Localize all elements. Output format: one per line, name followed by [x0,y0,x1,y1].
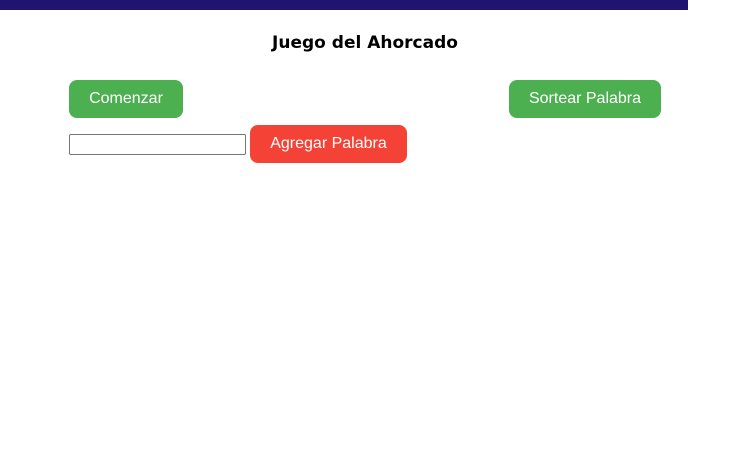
top-bar [0,0,688,10]
add-word-button[interactable]: Agregar Palabra [250,125,407,163]
page-title: Juego del Ahorcado [272,33,458,53]
start-button[interactable]: Comenzar [69,80,183,118]
draw-word-button[interactable]: Sortear Palabra [509,80,661,118]
new-word-input[interactable] [69,134,246,155]
